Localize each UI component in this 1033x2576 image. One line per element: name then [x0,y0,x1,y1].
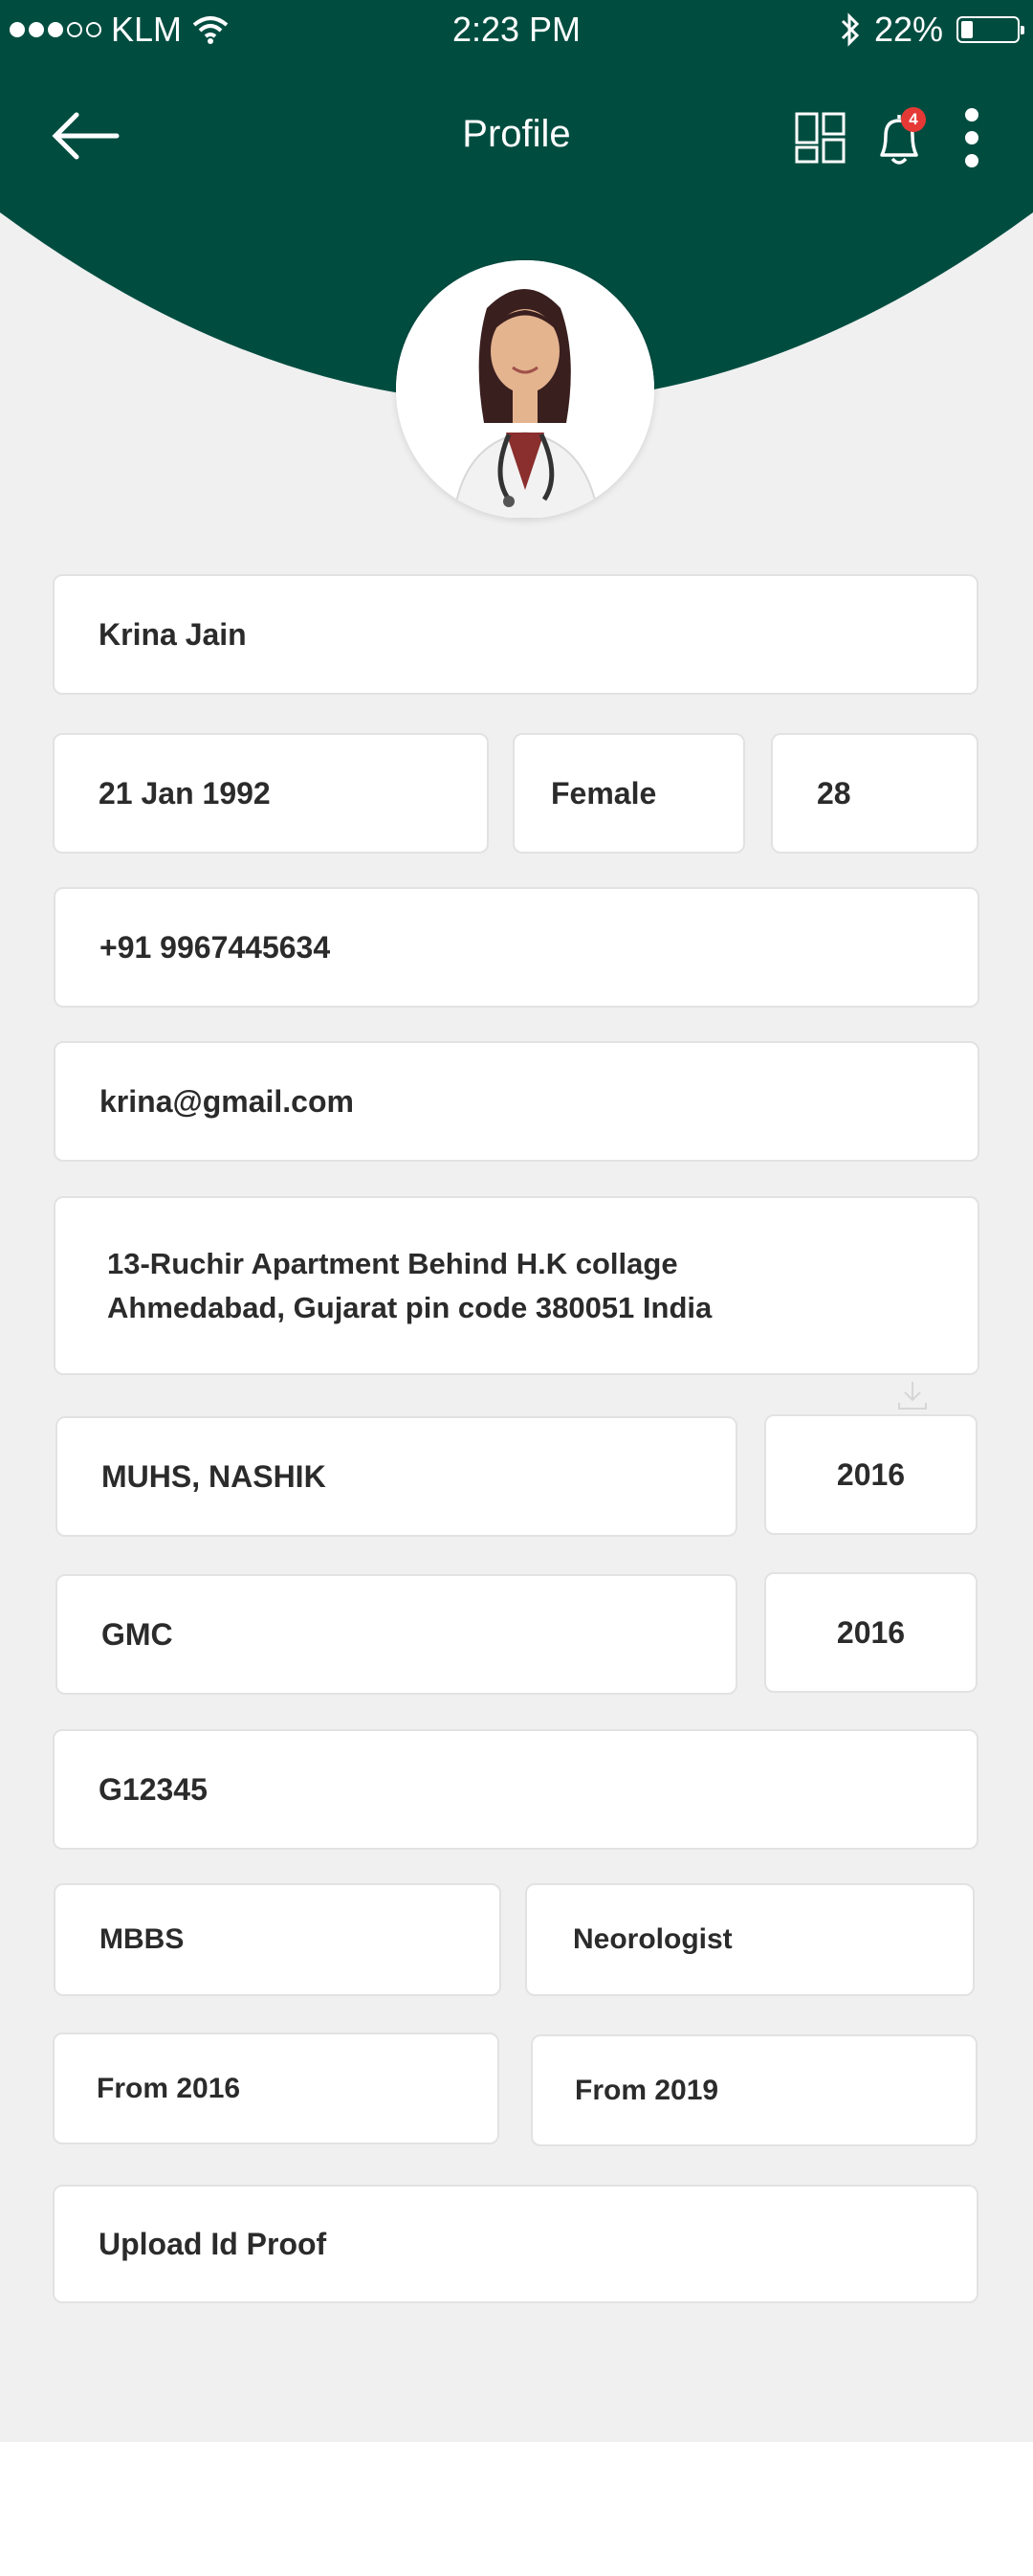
age-field[interactable]: 28 [771,733,978,854]
name-field[interactable]: Krina Jain [53,574,978,695]
council-value: GMC [101,1616,173,1652]
app-bar: Profile 4 [0,59,1033,222]
specialization-from-value: From 2019 [575,2074,719,2106]
email-field[interactable]: krina@gmail.com [54,1041,979,1162]
gender-field[interactable]: Female [513,733,745,854]
university-value: MUHS, NASHIK [101,1458,326,1494]
bluetooth-icon [841,12,860,47]
degree-from-field[interactable]: From 2016 [53,2032,499,2144]
dob-value: 21 Jan 1992 [99,775,271,811]
council-field[interactable]: GMC [55,1574,737,1695]
upload-id-proof-field[interactable]: Upload Id Proof [53,2185,978,2303]
notification-badge: 4 [901,107,926,132]
specialization-value: Neorologist [573,1923,733,1955]
degree-value: MBBS [99,1923,185,1955]
degree-from-value: From 2016 [97,2072,241,2104]
degree-field[interactable]: MBBS [54,1883,501,1996]
specialization-field[interactable]: Neorologist [525,1883,975,1996]
phone-field[interactable]: +91 9967445634 [54,887,979,1008]
council-year-value: 2016 [836,1614,906,1650]
university-year-field[interactable]: 2016 [764,1414,978,1535]
address-line-2: Ahmedabad, Gujarat pin code 380051 India [107,1290,713,1324]
battery-icon [956,16,1024,43]
phone-value: +91 9967445634 [99,929,331,965]
grid-icon[interactable] [794,107,847,168]
status-right: 22% [840,10,1024,50]
specialization-from-field[interactable]: From 2019 [531,2034,978,2146]
battery-percent: 22% [873,10,943,49]
name-value: Krina Jain [99,616,247,652]
download-icon[interactable] [895,1378,930,1412]
university-field[interactable]: MUHS, NASHIK [55,1416,737,1537]
age-value: 28 [817,775,851,811]
council-year-field[interactable]: 2016 [764,1572,978,1693]
university-year-value: 2016 [836,1456,906,1492]
address-text: 13-Ruchir Apartment Behind H.K collage A… [55,1242,712,1330]
gender-value: Female [551,775,657,811]
dob-field[interactable]: 21 Jan 1992 [53,733,489,854]
upload-id-proof-label: Upload Id Proof [99,2226,327,2261]
status-bar: KLM 2:23 PM 22% [0,0,1033,59]
email-value: krina@gmail.com [99,1083,354,1119]
profile-screen: KLM 2:23 PM 22% Profile 4 Krina Jain 21 … [0,0,1033,2442]
battery-level [961,21,973,38]
profile-avatar[interactable] [396,260,654,519]
registration-field[interactable]: G12345 [53,1729,978,1850]
doctor-portrait [396,260,654,519]
notifications-button[interactable]: 4 [872,107,934,168]
more-vertical-icon[interactable] [953,107,991,168]
address-line-1: 13-Ruchir Apartment Behind H.K collage [107,1246,678,1280]
address-field[interactable]: 13-Ruchir Apartment Behind H.K collage A… [54,1196,979,1375]
registration-value: G12345 [99,1771,208,1807]
